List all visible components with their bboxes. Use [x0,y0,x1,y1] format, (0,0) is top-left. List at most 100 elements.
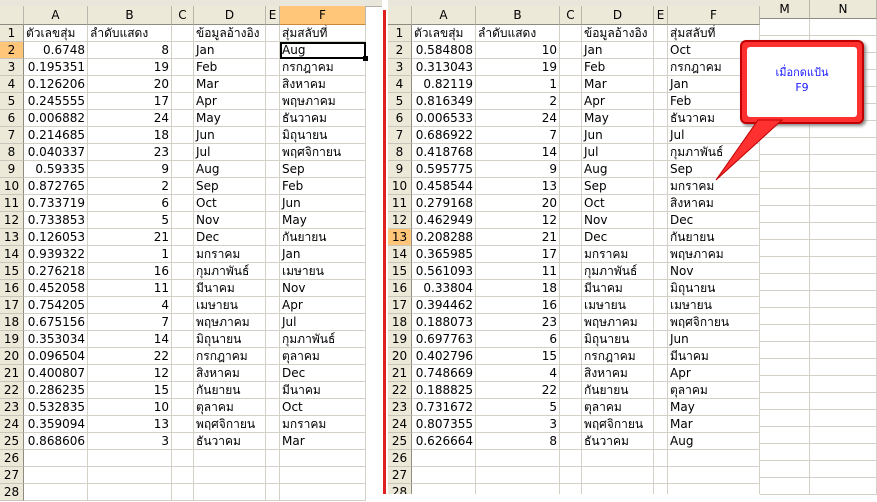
row-header[interactable]: 15 [388,263,412,280]
table-cell[interactable] [654,416,668,433]
table-cell[interactable] [760,206,810,223]
table-cell[interactable]: มกราคม [280,416,366,433]
table-cell[interactable]: 2 [88,178,172,195]
row-header[interactable]: 21 [388,365,412,382]
table-cell[interactable]: 11 [476,263,560,280]
header-cell[interactable]: ข้อมูลอ้างอิง [194,25,266,42]
column-header-d[interactable]: D [194,6,266,25]
table-cell[interactable] [560,399,582,416]
table-cell[interactable]: มิถุนายน [194,331,266,348]
table-cell[interactable]: กรกฎาคม [194,348,266,365]
row-header[interactable]: 25 [0,433,24,450]
table-cell[interactable]: Oct [194,195,266,212]
table-cell[interactable] [582,484,654,494]
row-header[interactable]: 26 [388,450,412,467]
row-header[interactable]: 16 [0,280,24,297]
table-cell[interactable]: เมษายน [194,297,266,314]
table-cell[interactable]: พฤศจิกายน [280,144,366,161]
table-cell[interactable]: 0.188825 [412,382,476,399]
header-cell[interactable]: ตัวเลขสุ่ม [412,25,476,42]
table-cell[interactable]: 0.561093 [412,263,476,280]
row-header[interactable]: 28 [0,484,24,501]
table-cell[interactable]: 1 [88,246,172,263]
table-cell[interactable]: 0.402796 [412,348,476,365]
table-cell[interactable]: 24 [476,110,560,127]
row-header[interactable]: 18 [0,314,24,331]
table-cell[interactable] [172,467,194,484]
table-cell[interactable]: 0.733853 [24,212,88,229]
table-cell[interactable] [810,138,877,155]
table-cell[interactable] [266,246,280,263]
table-cell[interactable]: 0.33804 [412,280,476,297]
table-cell[interactable]: พฤศจิกายน [194,416,266,433]
table-cell[interactable] [760,189,810,206]
row-header[interactable]: 26 [0,450,24,467]
table-cell[interactable] [654,399,668,416]
row-header[interactable]: 8 [0,144,24,161]
active-cell[interactable]: Aug [280,42,366,59]
table-cell[interactable]: 0.006533 [412,110,476,127]
row-header[interactable]: 12 [388,212,412,229]
table-cell[interactable]: 0.82119 [412,76,476,93]
table-cell[interactable] [760,308,810,325]
table-cell[interactable]: Jun [582,127,654,144]
row-header[interactable]: 27 [0,467,24,484]
row-header[interactable]: 14 [0,246,24,263]
row-header[interactable]: 3 [388,59,412,76]
column-header-c[interactable]: C [560,6,582,25]
table-cell[interactable]: Mar [280,433,366,450]
table-cell[interactable]: เมษายน [668,297,760,314]
row-header[interactable]: 15 [0,263,24,280]
table-cell[interactable]: เมษายน [582,297,654,314]
table-cell[interactable]: 0.126053 [24,229,88,246]
table-cell[interactable] [654,212,668,229]
table-cell[interactable] [654,76,668,93]
table-cell[interactable] [760,325,810,342]
table-cell[interactable] [172,93,194,110]
table-cell[interactable] [88,467,172,484]
table-cell[interactable] [760,257,810,274]
table-cell[interactable]: 12 [88,365,172,382]
table-cell[interactable]: 2 [476,93,560,110]
table-cell[interactable]: Nov [582,212,654,229]
table-cell[interactable] [760,427,810,444]
table-cell[interactable] [172,484,194,501]
table-cell[interactable] [810,206,877,223]
table-cell[interactable] [88,450,172,467]
table-cell[interactable] [760,291,810,308]
table-cell[interactable] [266,365,280,382]
table-cell[interactable]: กรกฎาคม [582,348,654,365]
column-header-f[interactable]: F [280,6,366,25]
row-header[interactable]: 10 [388,178,412,195]
table-cell[interactable]: 0.279168 [412,195,476,212]
table-cell[interactable]: 0.731672 [412,399,476,416]
table-cell[interactable] [560,93,582,110]
table-cell[interactable] [560,297,582,314]
table-cell[interactable]: 0.276218 [24,263,88,280]
table-cell[interactable] [654,433,668,450]
table-cell[interactable]: Mar [194,76,266,93]
row-header[interactable]: 13 [0,229,24,246]
table-cell[interactable]: 3 [476,416,560,433]
table-cell[interactable] [172,382,194,399]
table-cell[interactable]: 24 [88,110,172,127]
table-cell[interactable]: 17 [88,93,172,110]
table-cell[interactable]: 8 [476,433,560,450]
table-cell[interactable] [266,484,280,501]
table-cell[interactable]: Jun [194,127,266,144]
table-cell[interactable]: Nov [280,280,366,297]
table-cell[interactable]: 13 [88,416,172,433]
table-cell[interactable]: พฤษภาคม [582,314,654,331]
table-cell[interactable] [810,274,877,291]
table-cell[interactable] [280,450,366,467]
table-cell[interactable]: มิถุนายน [280,127,366,144]
row-header[interactable]: 23 [388,399,412,416]
table-cell[interactable] [266,110,280,127]
table-cell[interactable] [172,433,194,450]
table-cell[interactable]: Apr [280,297,366,314]
table-cell[interactable]: 0.313043 [412,59,476,76]
table-cell[interactable]: 0.040337 [24,144,88,161]
table-cell[interactable]: 0.096504 [24,348,88,365]
table-cell[interactable]: Dec [194,229,266,246]
table-cell[interactable]: 0.188073 [412,314,476,331]
